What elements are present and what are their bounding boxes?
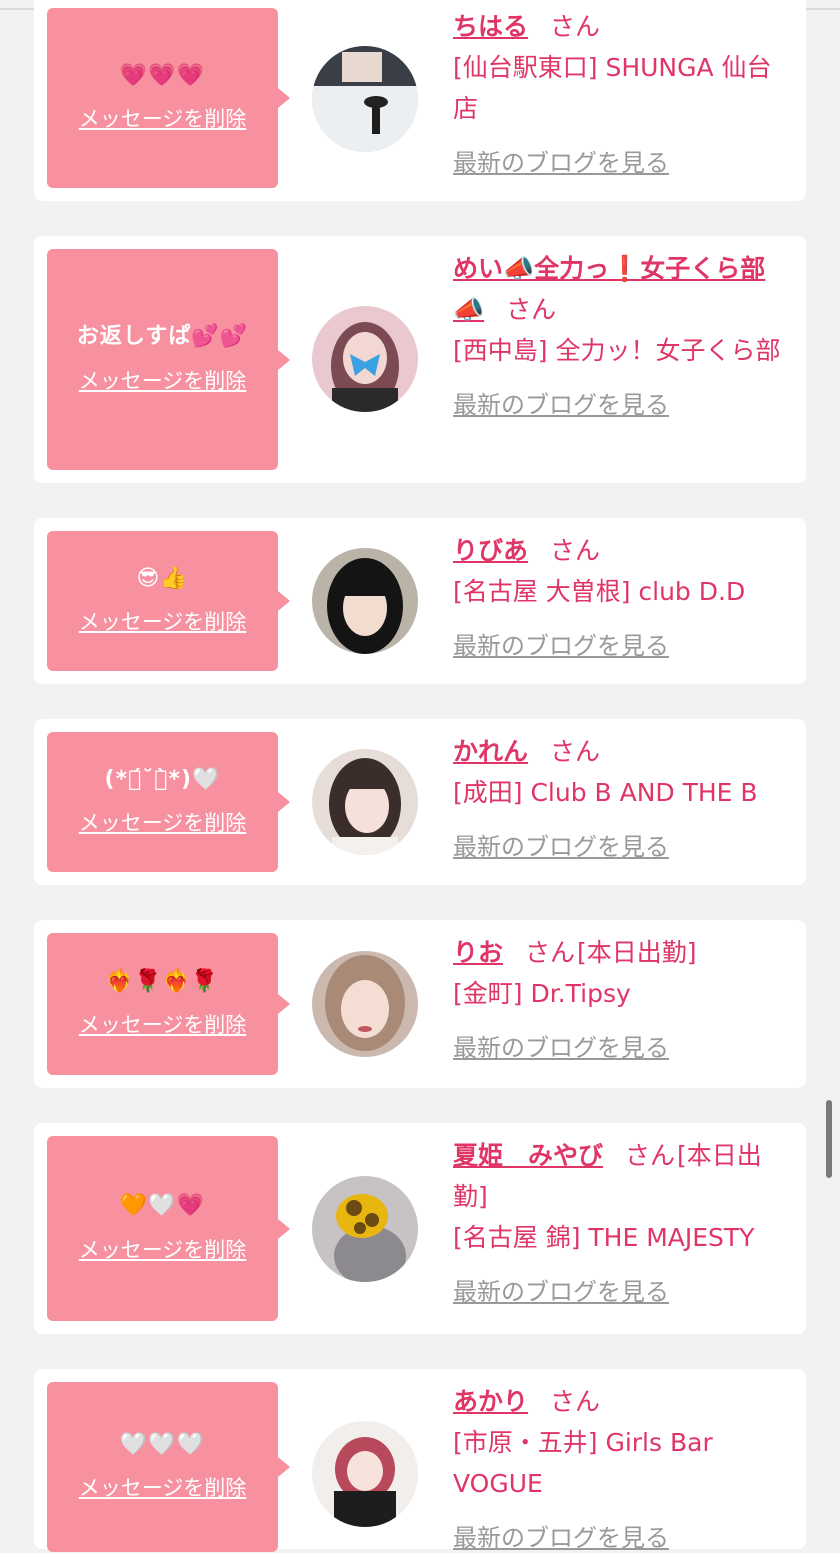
message-bubble: 💗💗💗 メッセージを削除: [47, 8, 290, 188]
shop-name: [金町] Dr.Tipsy: [453, 979, 631, 1008]
cast-name-link[interactable]: ちはる: [453, 12, 528, 41]
honorific: さん: [506, 295, 557, 324]
avatar[interactable]: [312, 1176, 418, 1282]
honorific: さん: [625, 1141, 676, 1170]
shop-name: [名古屋 大曽根] club D.D: [453, 577, 746, 606]
message-card: (*ฅ́˘ฅ̀*)🤍 メッセージを削除 かれん さん [成田] Club B AN…: [34, 719, 806, 885]
message-card: 🧡🤍💗 メッセージを削除 夏姫 みやび さん[本日出勤] [名古屋 錦] THE …: [34, 1123, 806, 1334]
honorific: さん: [550, 737, 601, 766]
message-card: 💗💗💗 メッセージを削除 ちはる さん [仙台駅東口] SHUNGA 仙台店 最新…: [34, 0, 806, 201]
honorific: さん: [550, 536, 601, 565]
cast-info: 夏姫 みやび さん[本日出勤] [名古屋 錦] THE MAJESTY 最新のブロ…: [453, 1135, 793, 1307]
delete-message-link[interactable]: メッセージを削除: [79, 1234, 247, 1264]
message-text: 💗💗💗: [119, 62, 206, 88]
message-bubble: (*ฅ́˘ฅ̀*)🤍 メッセージを削除: [47, 732, 290, 872]
shop-name: [仙台駅東口] SHUNGA 仙台店: [453, 53, 772, 123]
today-attendance-label: [本日出勤]: [577, 938, 697, 967]
message-bubble: 🧡🤍💗 メッセージを削除: [47, 1136, 290, 1321]
avatar[interactable]: [312, 306, 418, 412]
cast-info: かれん さん [成田] Club B AND THE B 最新のブログを見る: [453, 731, 793, 862]
shop-name: [市原・五井] Girls Bar VOGUE: [453, 1428, 713, 1498]
cast-name-link[interactable]: かれん: [453, 737, 528, 766]
latest-blog-link[interactable]: 最新のブログを見る: [453, 1518, 669, 1553]
avatar[interactable]: [312, 548, 418, 654]
message-text: お返しすぱ💕💕: [76, 324, 249, 350]
cast-info: あかり さん [市原・五井] Girls Bar VOGUE 最新のブログを見る: [453, 1381, 793, 1553]
message-text: ❤️‍🔥🌹❤️‍🔥🌹: [105, 968, 220, 994]
message-bubble: お返しすぱ💕💕 メッセージを削除: [47, 249, 290, 470]
avatar[interactable]: [312, 1421, 418, 1527]
latest-blog-link[interactable]: 最新のブログを見る: [453, 626, 669, 661]
delete-message-link[interactable]: メッセージを削除: [79, 1009, 247, 1039]
avatar[interactable]: [312, 46, 418, 152]
cast-name-link[interactable]: あかり: [453, 1387, 528, 1416]
latest-blog-link[interactable]: 最新のブログを見る: [453, 143, 669, 178]
shop-name: [西中島] 全力ッ！女子くら部: [453, 336, 781, 365]
message-text: 🧡🤍💗: [119, 1193, 206, 1219]
cast-name-link[interactable]: りお: [453, 938, 503, 967]
delete-message-link[interactable]: メッセージを削除: [79, 1472, 247, 1502]
message-card: 😎👍 メッセージを削除 りびあ さん [名古屋 大曽根] club D.D 最新の…: [34, 518, 806, 684]
delete-message-link[interactable]: メッセージを削除: [79, 606, 247, 636]
latest-blog-link[interactable]: 最新のブログを見る: [453, 385, 669, 420]
latest-blog-link[interactable]: 最新のブログを見る: [453, 1028, 669, 1063]
cast-info: りびあ さん [名古屋 大曽根] club D.D 最新のブログを見る: [453, 530, 793, 661]
avatar[interactable]: [312, 749, 418, 855]
message-bubble: 😎👍 メッセージを削除: [47, 531, 290, 671]
avatar[interactable]: [312, 951, 418, 1057]
message-text: 😎👍: [136, 565, 189, 591]
message-text: (*ฅ́˘ฅ̀*)🤍: [104, 766, 221, 792]
message-card: ❤️‍🔥🌹❤️‍🔥🌹 メッセージを削除 りお さん[本日出勤] [金町] Dr.T…: [34, 920, 806, 1088]
cast-info: めい📣全力っ❗女子くら部📣 さん [西中島] 全力ッ！女子くら部 最新のブログを見…: [453, 248, 793, 420]
scrollbar-thumb[interactable]: [826, 1100, 832, 1178]
honorific: さん: [550, 12, 601, 41]
message-bubble: 🤍🤍🤍 メッセージを削除: [47, 1382, 290, 1552]
delete-message-link[interactable]: メッセージを削除: [79, 365, 247, 395]
cast-name-link[interactable]: りびあ: [453, 536, 528, 565]
shop-name: [成田] Club B AND THE B: [453, 778, 758, 807]
message-text: 🤍🤍🤍: [119, 1431, 206, 1457]
message-card: 🤍🤍🤍 メッセージを削除 あかり さん [市原・五井] Girls Bar VOG…: [34, 1369, 806, 1552]
latest-blog-link[interactable]: 最新のブログを見る: [453, 827, 669, 862]
delete-message-link[interactable]: メッセージを削除: [79, 807, 247, 837]
honorific: さん: [525, 938, 576, 967]
cast-name-link[interactable]: 夏姫 みやび: [453, 1141, 603, 1170]
honorific: さん: [550, 1387, 601, 1416]
cast-info: りお さん[本日出勤] [金町] Dr.Tipsy 最新のブログを見る: [453, 932, 793, 1063]
message-card: お返しすぱ💕💕 メッセージを削除 めい📣全力っ❗女子くら部📣 さん [西中島] 全…: [34, 236, 806, 483]
message-bubble: ❤️‍🔥🌹❤️‍🔥🌹 メッセージを削除: [47, 933, 290, 1075]
shop-name: [名古屋 錦] THE MAJESTY: [453, 1223, 755, 1252]
latest-blog-link[interactable]: 最新のブログを見る: [453, 1272, 669, 1307]
delete-message-link[interactable]: メッセージを削除: [79, 103, 247, 133]
cast-name-link[interactable]: めい📣全力っ❗女子くら部📣: [453, 254, 765, 324]
cast-info: ちはる さん [仙台駅東口] SHUNGA 仙台店 最新のブログを見る: [453, 6, 793, 178]
